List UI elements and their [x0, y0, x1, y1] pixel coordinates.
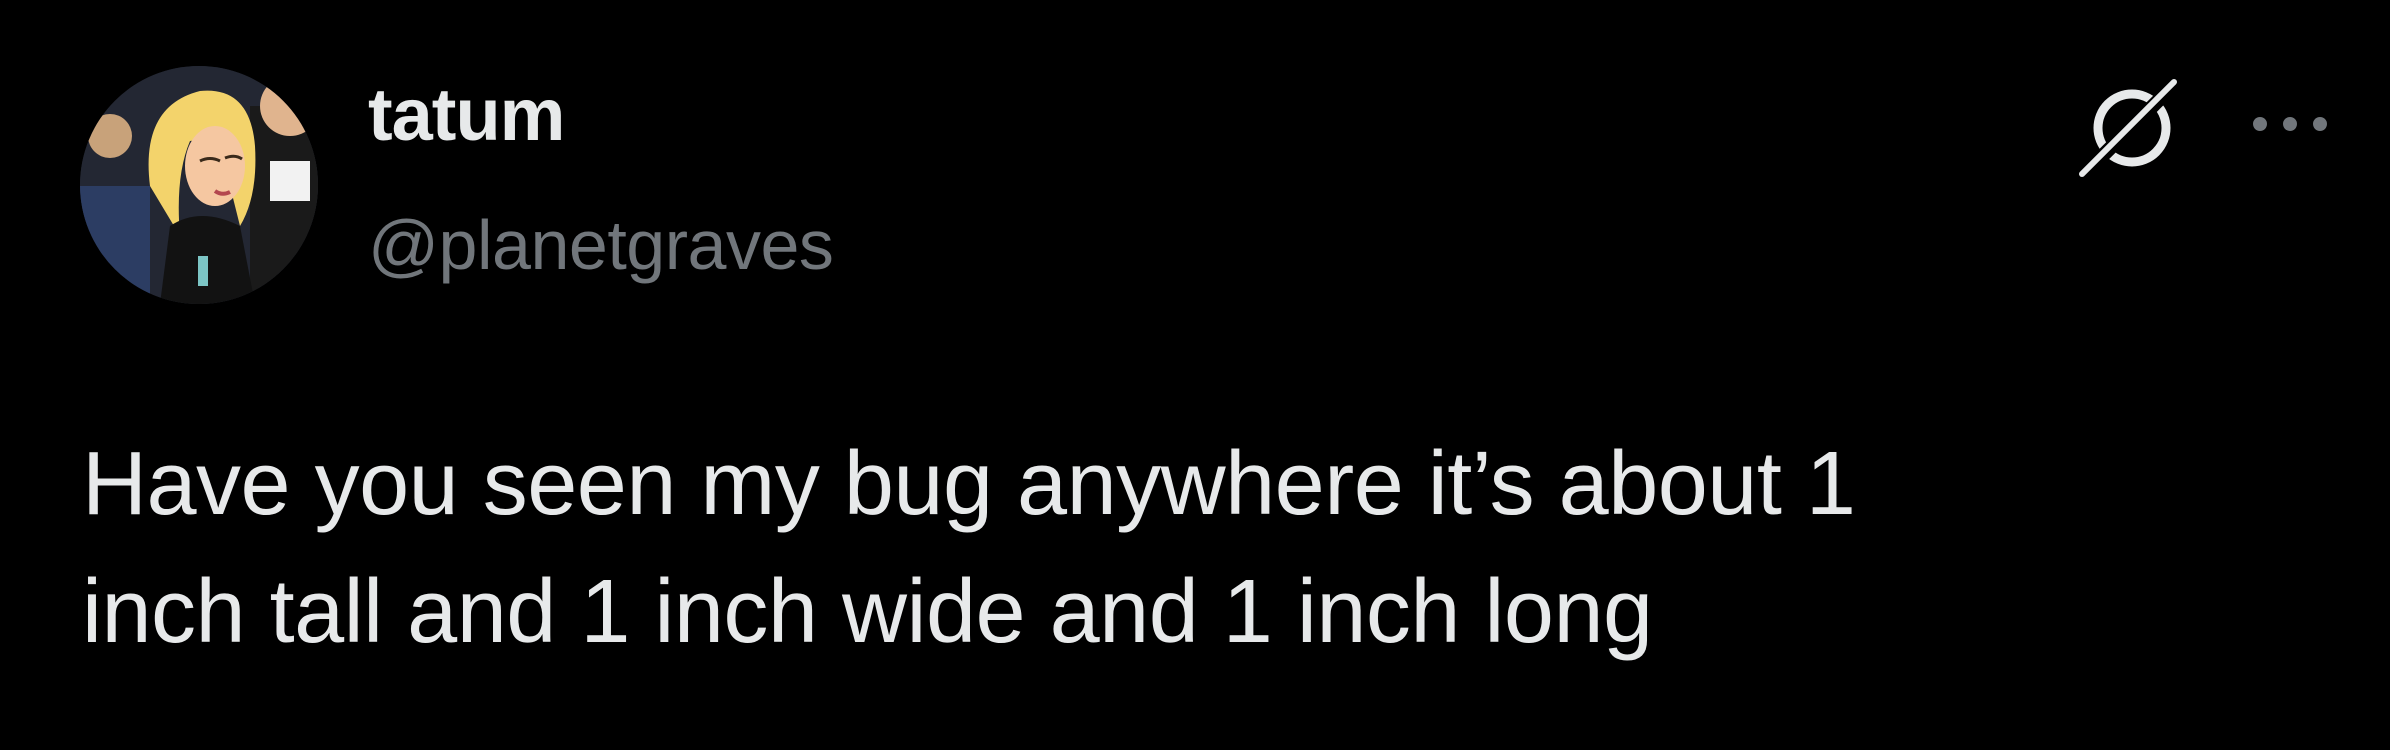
avatar[interactable] — [80, 66, 318, 304]
avatar-image — [80, 66, 318, 304]
tweet-card: tatum @planetgraves Have you seen my bug… — [0, 0, 2390, 750]
tweet-text-line: Have you seen my bug anywhere it’s about… — [82, 434, 1856, 534]
user-handle[interactable]: @planetgraves — [368, 210, 834, 280]
display-name[interactable]: tatum — [368, 78, 565, 152]
tweet-text: Have you seen my bug anywhere it’s about… — [82, 420, 2332, 676]
grok-icon[interactable] — [2070, 66, 2190, 186]
more-options-icon[interactable] — [2240, 104, 2340, 144]
tweet-text-line: inch tall and 1 inch wide and 1 inch lon… — [82, 562, 1653, 662]
